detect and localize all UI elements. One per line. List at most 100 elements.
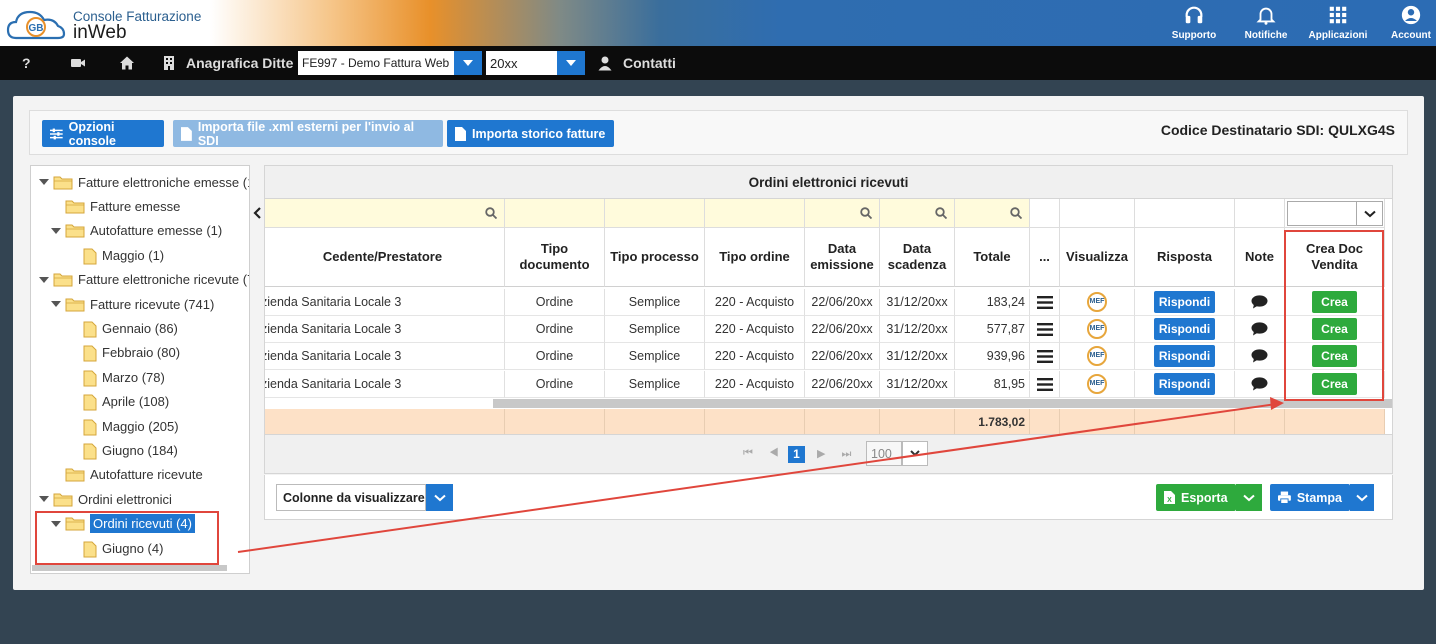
column-note-header[interactable]: Note: [1235, 228, 1285, 287]
stampa-button[interactable]: Stampa: [1270, 484, 1350, 511]
caret-down-icon[interactable]: [39, 179, 49, 185]
year-select[interactable]: 20xx: [486, 51, 557, 75]
colonne-select[interactable]: Colonne da visualizzare: [276, 484, 426, 511]
menu-icon[interactable]: [1036, 349, 1053, 363]
note-cell[interactable]: [1235, 316, 1285, 343]
column-tipo-processo-header[interactable]: Tipo processo: [605, 228, 705, 287]
column-totale-header[interactable]: Totale: [955, 228, 1030, 287]
nav-supporto[interactable]: Supporto: [1172, 2, 1216, 44]
tree-node[interactable]: Fatture elettroniche ricevute (7: [39, 270, 249, 290]
anagrafica-ditte-menu[interactable]: Anagrafica Ditte: [161, 54, 293, 72]
rispondi-button[interactable]: Rispondi: [1153, 318, 1216, 340]
tree-node[interactable]: Aprile (108): [63, 392, 169, 412]
mef-icon[interactable]: MEF: [1087, 292, 1107, 312]
row-menu-cell[interactable]: [1030, 371, 1060, 398]
current-page[interactable]: 1: [788, 446, 805, 463]
filter-cell[interactable]: [955, 199, 1030, 228]
column-data-scadenza-header[interactable]: Data scadenza: [880, 228, 955, 287]
tree-node[interactable]: Febbraio (80): [63, 343, 180, 363]
filter-cell[interactable]: [1235, 199, 1285, 228]
filter-cell[interactable]: [880, 199, 955, 228]
mef-icon[interactable]: MEF: [1087, 319, 1107, 339]
column-visualizza-header[interactable]: Visualizza: [1060, 228, 1135, 287]
stampa-toggle[interactable]: [1350, 484, 1374, 511]
tree-node[interactable]: Autofatture ricevute: [51, 465, 203, 485]
company-select[interactable]: FE997 - Demo Fattura Web: [298, 51, 454, 75]
first-page-icon[interactable]: ⏮: [743, 447, 769, 459]
rispondi-button[interactable]: Rispondi: [1153, 291, 1216, 313]
visualizza-cell[interactable]: MEF: [1060, 371, 1135, 398]
tree-node[interactable]: Giugno (184): [63, 440, 178, 460]
tree-node[interactable]: Marzo (78): [63, 367, 165, 387]
menu-icon[interactable]: [1036, 377, 1053, 391]
comment-icon[interactable]: [1251, 295, 1268, 309]
filter-cell[interactable]: [1030, 199, 1060, 228]
comment-icon[interactable]: [1251, 322, 1268, 336]
note-cell[interactable]: [1235, 343, 1285, 370]
column-more-header[interactable]: ...: [1030, 228, 1060, 287]
esporta-toggle[interactable]: [1236, 484, 1262, 511]
caret-down-icon[interactable]: [39, 276, 49, 283]
video-button[interactable]: [70, 54, 86, 72]
filter-cell[interactable]: [605, 199, 705, 228]
comment-icon[interactable]: [1251, 377, 1268, 391]
tree-node[interactable]: Maggio (205): [63, 416, 179, 436]
page-size-toggle[interactable]: [902, 441, 928, 466]
tree-node[interactable]: Fatture elettroniche emesse (1: [39, 172, 249, 192]
tree-node[interactable]: Gennaio (86): [63, 318, 178, 338]
caret-down-icon[interactable]: [51, 227, 61, 234]
visualizza-cell[interactable]: MEF: [1060, 343, 1135, 370]
next-page-icon[interactable]: ▶: [817, 448, 841, 460]
row-menu-cell[interactable]: [1030, 289, 1060, 316]
opzioni-console-button[interactable]: Opzioni console: [42, 120, 164, 148]
note-cell[interactable]: [1235, 371, 1285, 398]
column-tipo-documento-header[interactable]: Tipo documento: [505, 228, 605, 287]
home-button[interactable]: [119, 54, 135, 72]
caret-down-icon[interactable]: [39, 496, 49, 503]
filter-cell[interactable]: [1060, 199, 1135, 228]
last-page-icon[interactable]: ⏭: [841, 448, 867, 460]
menu-icon[interactable]: [1036, 295, 1053, 309]
mef-icon[interactable]: MEF: [1087, 346, 1107, 366]
year-select-toggle[interactable]: [557, 51, 585, 75]
rispondi-button[interactable]: Rispondi: [1153, 373, 1216, 395]
visualizza-cell[interactable]: MEF: [1060, 316, 1135, 343]
colonne-toggle[interactable]: [426, 484, 453, 511]
filter-cell[interactable]: [705, 199, 805, 228]
crea-filter-select[interactable]: [1287, 201, 1383, 226]
help-button[interactable]: ?: [22, 54, 31, 72]
grid-horizontal-scrollbar[interactable]: [493, 399, 1392, 408]
column-cedente-header[interactable]: Cedente/Prestatore: [265, 228, 505, 287]
filter-cell[interactable]: [505, 199, 605, 228]
column-tipo-ordine-header[interactable]: Tipo ordine: [705, 228, 805, 287]
column-risposta-header[interactable]: Risposta: [1135, 228, 1235, 287]
filter-cell[interactable]: [805, 199, 880, 228]
contatti-menu[interactable]: Contatti: [597, 54, 676, 72]
mef-icon[interactable]: MEF: [1087, 374, 1107, 394]
menu-icon[interactable]: [1036, 322, 1053, 336]
tree-scrollbar[interactable]: [32, 565, 227, 571]
nav-applicazioni[interactable]: Applicazioni: [1309, 2, 1367, 44]
row-menu-cell[interactable]: [1030, 316, 1060, 343]
filter-cell[interactable]: [1285, 199, 1385, 228]
filter-cell[interactable]: [1135, 199, 1235, 228]
tree-node[interactable]: Fatture emesse: [51, 196, 180, 216]
importa-xml-button[interactable]: Importa file .xml esterni per l'invio al…: [173, 120, 443, 148]
column-data-emissione-header[interactable]: Data emissione: [805, 228, 880, 287]
collapse-tree-button[interactable]: [250, 198, 264, 228]
esporta-button[interactable]: X Esporta: [1156, 484, 1236, 511]
importa-storico-button[interactable]: Importa storico fatture: [447, 120, 614, 147]
note-cell[interactable]: [1235, 289, 1285, 316]
tree-node[interactable]: Ordini elettronici: [39, 489, 172, 509]
company-select-toggle[interactable]: [454, 51, 482, 75]
page-size-select[interactable]: 100: [866, 441, 902, 466]
comment-icon[interactable]: [1251, 349, 1268, 363]
filter-cell[interactable]: [265, 199, 505, 228]
tree-node[interactable]: Maggio (1): [63, 245, 164, 265]
nav-notifiche[interactable]: Notifiche: [1244, 2, 1288, 44]
visualizza-cell[interactable]: MEF: [1060, 289, 1135, 316]
tree-node[interactable]: Fatture ricevute (741): [51, 294, 214, 314]
nav-account[interactable]: Account: [1390, 2, 1432, 44]
tree-node[interactable]: Autofatture emesse (1): [51, 221, 222, 241]
row-menu-cell[interactable]: [1030, 343, 1060, 370]
